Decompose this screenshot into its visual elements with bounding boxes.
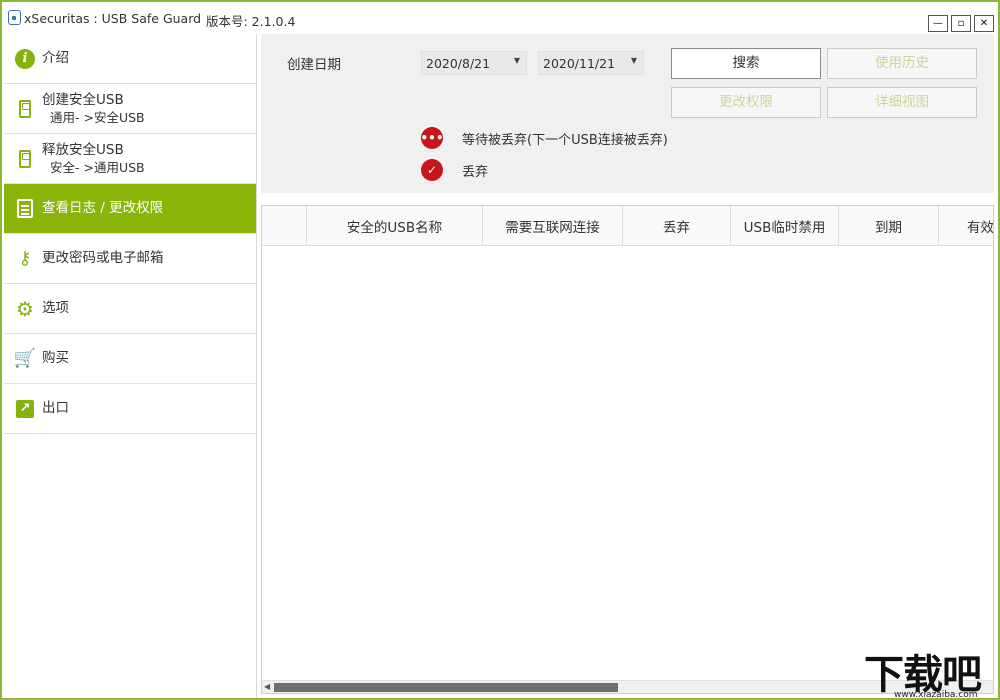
sidebar-item-label: 选项 [42, 300, 69, 316]
sidebar-item-label: 购买 [42, 350, 69, 366]
date-from-picker[interactable]: 2020/8/21 ▼ [421, 51, 527, 75]
chevron-down-icon: ▼ [630, 56, 637, 65]
chevron-down-icon: ▼ [513, 56, 520, 65]
column-header-valid[interactable]: 有效 [939, 206, 993, 246]
sidebar-item-sublabel: 通用- >安全USB [50, 109, 145, 125]
filter-panel: 创建日期 2020/8/21 ▼ 2020/11/21 ▼ 搜索 使用历史 更改… [261, 34, 994, 193]
version-label: 版本号: 2.1.0.4 [206, 14, 296, 29]
sidebar-item-label: 释放安全USB [42, 141, 124, 158]
sidebar-item-options[interactable]: ⚙ 选项 [4, 284, 256, 334]
date-to-value: 2020/11/21 [543, 56, 616, 71]
date-label: 创建日期 [287, 57, 341, 73]
column-header-usb-name[interactable]: 安全的USB名称 [307, 206, 483, 246]
close-button[interactable]: ✕ [974, 15, 994, 32]
column-header-discard[interactable]: 丢弃 [623, 206, 731, 246]
window-title: xSecuritas : USB Safe Guard [24, 11, 202, 26]
sidebar-item-label: 更改密码或电子邮箱 [42, 250, 164, 266]
date-from-value: 2020/8/21 [426, 56, 491, 71]
watermark-url: www.xiazaiba.com [894, 690, 978, 700]
sidebar-item-label: 出口 [42, 400, 69, 416]
key-icon: ⚷ [18, 248, 32, 269]
sidebar-item-label: 介绍 [42, 50, 69, 66]
sidebar-item-release-usb[interactable]: 释放安全USB 安全- >通用USB [4, 134, 256, 184]
info-icon: i [14, 48, 36, 70]
maximize-button[interactable]: ▫ [951, 15, 971, 32]
watermark: 下载吧 www.xiazaiba.com [864, 642, 1000, 700]
detail-view-button[interactable]: 详细视图 [827, 87, 977, 118]
change-permission-button[interactable]: 更改权限 [671, 87, 821, 118]
check-icon: ✓ [421, 159, 443, 181]
table-header: 安全的USB名称 需要互联网连接 丢弃 USB临时禁用 到期 有效 [262, 206, 993, 246]
usb-icon [14, 148, 36, 170]
pending-icon: ••• [421, 127, 444, 149]
legend-discarded: ✓ 丢弃 [421, 159, 488, 181]
column-header-temp-disable[interactable]: USB临时禁用 [731, 206, 839, 246]
sidebar-item-password[interactable]: ⚷ 更改密码或电子邮箱 [4, 234, 256, 284]
sidebar-item-label: 创建安全USB [42, 91, 124, 108]
sidebar-item-exit[interactable]: ↗ 出口 [4, 384, 256, 434]
minimize-button[interactable]: — [928, 15, 948, 32]
legend-pending: ••• 等待被丢弃(下一个USB连接被丢弃) [421, 127, 668, 149]
column-header-internet[interactable]: 需要互联网连接 [483, 206, 623, 246]
gear-icon: ⚙ [16, 296, 34, 321]
scrollbar-thumb[interactable] [274, 683, 618, 692]
sidebar-item-logs[interactable]: 查看日志 / 更改权限 [4, 184, 256, 234]
column-header-expiry[interactable]: 到期 [839, 206, 939, 246]
column-header-select[interactable] [262, 206, 307, 246]
legend-pending-text: 等待被丢弃(下一个USB连接被丢弃) [462, 132, 668, 148]
sidebar-item-intro[interactable]: i 介绍 [4, 34, 256, 84]
sidebar-item-create-usb[interactable]: 创建安全USB 通用- >安全USB [4, 84, 256, 134]
usb-table: 安全的USB名称 需要互联网连接 丢弃 USB临时禁用 到期 有效 ◀ [261, 205, 994, 694]
sidebar: i 介绍 创建安全USB 通用- >安全USB 释放安全USB 安全- >通用U… [4, 34, 257, 698]
usb-icon [14, 98, 36, 120]
exit-icon: ↗ [14, 398, 36, 420]
sidebar-item-label: 查看日志 / 更改权限 [42, 200, 164, 216]
legend-discarded-text: 丢弃 [462, 164, 489, 180]
main-content: 创建日期 2020/8/21 ▼ 2020/11/21 ▼ 搜索 使用历史 更改… [257, 34, 998, 698]
date-to-picker[interactable]: 2020/11/21 ▼ [538, 51, 644, 75]
scroll-left-icon[interactable]: ◀ [264, 682, 270, 691]
log-icon [14, 198, 36, 220]
sidebar-item-purchase[interactable]: 🛒 购买 [4, 334, 256, 384]
title-bar: xSecuritas : USB Safe Guard 版本号: 2.1.0.4… [2, 2, 998, 34]
cart-icon: 🛒 [13, 348, 37, 369]
sidebar-item-sublabel: 安全- >通用USB [50, 159, 145, 175]
search-button[interactable]: 搜索 [671, 48, 821, 79]
usage-history-button[interactable]: 使用历史 [827, 48, 977, 79]
lock-app-icon [8, 10, 21, 25]
app-window: xSecuritas : USB Safe Guard 版本号: 2.1.0.4… [0, 0, 1000, 700]
